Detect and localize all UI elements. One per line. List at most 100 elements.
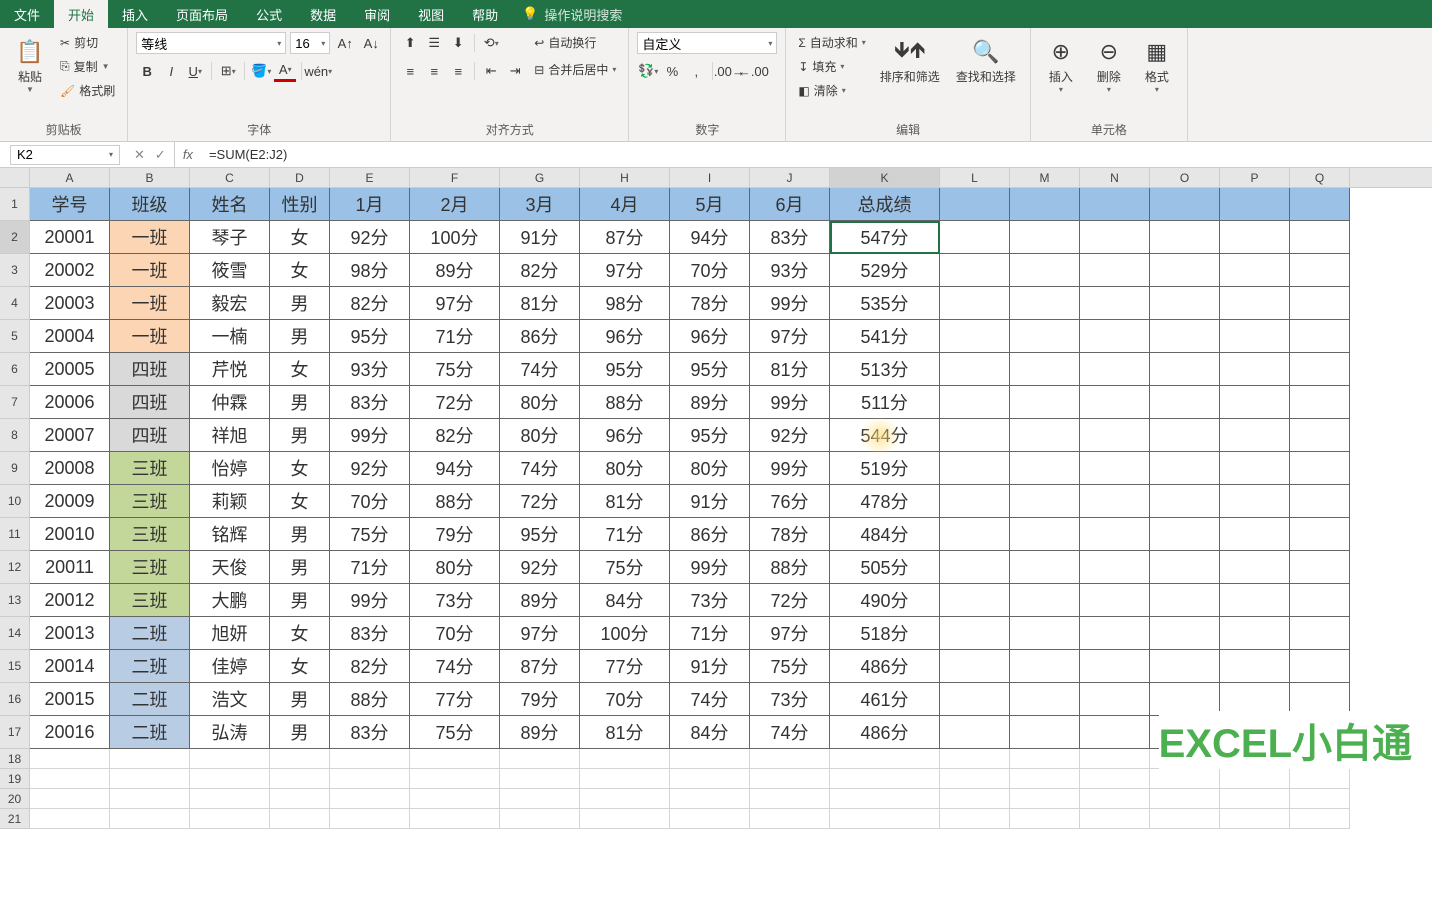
column-header-E[interactable]: E bbox=[330, 168, 410, 187]
cell-M16[interactable] bbox=[1010, 683, 1080, 716]
cell-H17[interactable]: 81分 bbox=[580, 716, 670, 749]
cell-H1[interactable]: 4月 bbox=[580, 188, 670, 221]
cell-M8[interactable] bbox=[1010, 419, 1080, 452]
cell-L11[interactable] bbox=[940, 518, 1010, 551]
cell-A12[interactable]: 20011 bbox=[30, 551, 110, 584]
select-all-corner[interactable] bbox=[0, 168, 30, 187]
cell-L16[interactable] bbox=[940, 683, 1010, 716]
cell-F11[interactable]: 79分 bbox=[410, 518, 500, 551]
cell-P20[interactable] bbox=[1220, 789, 1290, 809]
cell-B3[interactable]: 一班 bbox=[110, 254, 190, 287]
cell-K7[interactable]: 511分 bbox=[830, 386, 940, 419]
cell-Q7[interactable] bbox=[1290, 386, 1350, 419]
cell-Q12[interactable] bbox=[1290, 551, 1350, 584]
format-cells-button[interactable]: ▦格式▾ bbox=[1135, 32, 1179, 98]
cell-E14[interactable]: 83分 bbox=[330, 617, 410, 650]
cell-K1[interactable]: 总成绩 bbox=[830, 188, 940, 221]
cell-M5[interactable] bbox=[1010, 320, 1080, 353]
cell-L3[interactable] bbox=[940, 254, 1010, 287]
cell-Q11[interactable] bbox=[1290, 518, 1350, 551]
insert-cells-button[interactable]: ⊕插入▾ bbox=[1039, 32, 1083, 98]
cell-D11[interactable]: 男 bbox=[270, 518, 330, 551]
cell-G17[interactable]: 89分 bbox=[500, 716, 580, 749]
cell-E11[interactable]: 75分 bbox=[330, 518, 410, 551]
cell-D19[interactable] bbox=[270, 769, 330, 789]
cell-H10[interactable]: 81分 bbox=[580, 485, 670, 518]
clear-button[interactable]: ◧清除▾ bbox=[794, 80, 869, 101]
cell-G5[interactable]: 86分 bbox=[500, 320, 580, 353]
cell-N16[interactable] bbox=[1080, 683, 1150, 716]
row-header-4[interactable]: 4 bbox=[0, 287, 30, 320]
cell-J5[interactable]: 97分 bbox=[750, 320, 830, 353]
percent-button[interactable]: % bbox=[661, 60, 683, 82]
fill-button[interactable]: ↧填充▾ bbox=[794, 56, 869, 77]
cell-N4[interactable] bbox=[1080, 287, 1150, 320]
cell-H18[interactable] bbox=[580, 749, 670, 769]
cell-E6[interactable]: 93分 bbox=[330, 353, 410, 386]
cell-I4[interactable]: 78分 bbox=[670, 287, 750, 320]
cell-I3[interactable]: 70分 bbox=[670, 254, 750, 287]
cell-B14[interactable]: 二班 bbox=[110, 617, 190, 650]
cell-O12[interactable] bbox=[1150, 551, 1220, 584]
cell-O3[interactable] bbox=[1150, 254, 1220, 287]
cell-P14[interactable] bbox=[1220, 617, 1290, 650]
cell-O2[interactable] bbox=[1150, 221, 1220, 254]
menu-layout[interactable]: 页面布局 bbox=[162, 0, 242, 28]
cell-N6[interactable] bbox=[1080, 353, 1150, 386]
cell-M20[interactable] bbox=[1010, 789, 1080, 809]
cell-O11[interactable] bbox=[1150, 518, 1220, 551]
cell-C9[interactable]: 怡婷 bbox=[190, 452, 270, 485]
font-color-button[interactable]: A▾ bbox=[274, 60, 296, 82]
cell-C5[interactable]: 一楠 bbox=[190, 320, 270, 353]
underline-button[interactable]: U▾ bbox=[184, 60, 206, 82]
border-button[interactable]: ⊞▾ bbox=[217, 60, 239, 82]
cell-D14[interactable]: 女 bbox=[270, 617, 330, 650]
cell-N21[interactable] bbox=[1080, 809, 1150, 829]
cell-A11[interactable]: 20010 bbox=[30, 518, 110, 551]
cell-H14[interactable]: 100分 bbox=[580, 617, 670, 650]
cell-K14[interactable]: 518分 bbox=[830, 617, 940, 650]
font-name-select[interactable]: 等线▾ bbox=[136, 32, 286, 54]
column-header-G[interactable]: G bbox=[500, 168, 580, 187]
cell-M3[interactable] bbox=[1010, 254, 1080, 287]
cell-F6[interactable]: 75分 bbox=[410, 353, 500, 386]
cell-J13[interactable]: 72分 bbox=[750, 584, 830, 617]
cell-I1[interactable]: 5月 bbox=[670, 188, 750, 221]
cell-A20[interactable] bbox=[30, 789, 110, 809]
cell-K9[interactable]: 519分 bbox=[830, 452, 940, 485]
cell-P8[interactable] bbox=[1220, 419, 1290, 452]
indent-decrease-button[interactable]: ⇤ bbox=[480, 60, 502, 82]
cell-F9[interactable]: 94分 bbox=[410, 452, 500, 485]
cell-I10[interactable]: 91分 bbox=[670, 485, 750, 518]
menu-help[interactable]: 帮助 bbox=[458, 0, 512, 28]
cell-B10[interactable]: 三班 bbox=[110, 485, 190, 518]
menu-review[interactable]: 审阅 bbox=[350, 0, 404, 28]
cell-H3[interactable]: 97分 bbox=[580, 254, 670, 287]
cell-N17[interactable] bbox=[1080, 716, 1150, 749]
cell-P12[interactable] bbox=[1220, 551, 1290, 584]
align-middle-button[interactable]: ☰ bbox=[423, 32, 445, 54]
cell-A14[interactable]: 20013 bbox=[30, 617, 110, 650]
cell-B11[interactable]: 三班 bbox=[110, 518, 190, 551]
cell-H2[interactable]: 87分 bbox=[580, 221, 670, 254]
cell-G13[interactable]: 89分 bbox=[500, 584, 580, 617]
cell-M10[interactable] bbox=[1010, 485, 1080, 518]
cell-P5[interactable] bbox=[1220, 320, 1290, 353]
cell-I15[interactable]: 91分 bbox=[670, 650, 750, 683]
cell-M17[interactable] bbox=[1010, 716, 1080, 749]
cell-K6[interactable]: 513分 bbox=[830, 353, 940, 386]
cell-Q14[interactable] bbox=[1290, 617, 1350, 650]
cell-P2[interactable] bbox=[1220, 221, 1290, 254]
cell-G12[interactable]: 92分 bbox=[500, 551, 580, 584]
cell-E7[interactable]: 83分 bbox=[330, 386, 410, 419]
cell-E10[interactable]: 70分 bbox=[330, 485, 410, 518]
row-header-21[interactable]: 21 bbox=[0, 809, 30, 829]
row-header-1[interactable]: 1 bbox=[0, 188, 30, 221]
column-header-C[interactable]: C bbox=[190, 168, 270, 187]
cell-N20[interactable] bbox=[1080, 789, 1150, 809]
cell-F16[interactable]: 77分 bbox=[410, 683, 500, 716]
cell-K10[interactable]: 478分 bbox=[830, 485, 940, 518]
column-header-B[interactable]: B bbox=[110, 168, 190, 187]
cell-J8[interactable]: 92分 bbox=[750, 419, 830, 452]
cell-A6[interactable]: 20005 bbox=[30, 353, 110, 386]
